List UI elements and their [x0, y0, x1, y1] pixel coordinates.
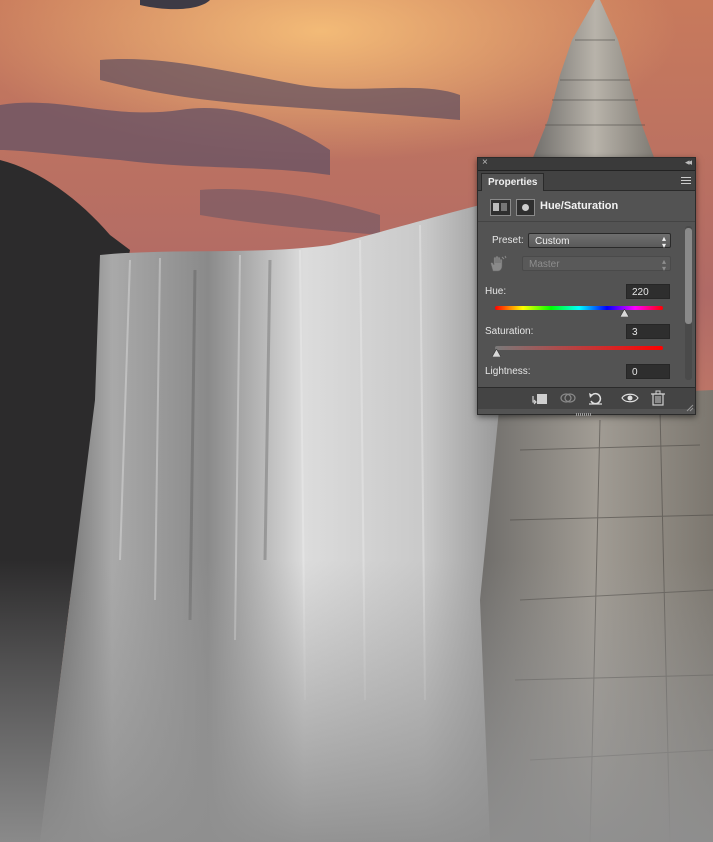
scrollbar-thumb[interactable] [685, 228, 692, 324]
preset-value: Custom [535, 236, 570, 247]
saturation-slider-track[interactable] [495, 346, 663, 350]
lightness-label: Lightness: [485, 366, 531, 377]
channel-select[interactable]: Master ▴ ▾ [522, 256, 671, 273]
panel-menu-icon[interactable] [677, 175, 691, 185]
trash-icon[interactable] [648, 390, 668, 406]
select-arrows-icon: ▴ ▾ [661, 234, 666, 250]
hue-field[interactable]: 220 [626, 284, 670, 299]
tab-properties[interactable]: Properties [481, 173, 545, 191]
hand-tool-icon[interactable] [488, 255, 508, 273]
saturation-field[interactable]: 3 [626, 324, 670, 339]
eye-icon[interactable] [620, 390, 640, 406]
view-previous-state-icon[interactable] [558, 390, 578, 406]
adjustment-layer-icon[interactable] [490, 199, 511, 216]
preset-label: Preset: [492, 235, 524, 246]
clip-to-layer-icon[interactable] [530, 390, 550, 406]
saturation-label: Saturation: [485, 326, 534, 337]
close-icon[interactable]: × [482, 157, 488, 168]
photo-canvas[interactable] [0, 0, 713, 842]
adjustment-header: Hue/Saturation [478, 191, 695, 222]
lightness-field[interactable]: 0 [626, 364, 670, 379]
channel-value: Master [529, 259, 560, 270]
reset-icon[interactable] [586, 390, 606, 406]
hue-slider-track[interactable] [495, 306, 663, 310]
adjustment-title: Hue/Saturation [540, 200, 619, 212]
hue-label: Hue: [485, 286, 507, 297]
saturation-slider-thumb[interactable] [492, 349, 502, 357]
layer-mask-icon[interactable] [516, 199, 535, 216]
resize-corner-icon[interactable] [686, 404, 694, 412]
panel-title-bar[interactable]: × ◂◂ [478, 157, 695, 171]
properties-panel: × ◂◂ Properties Hue/Saturation Preset: C… [477, 157, 696, 416]
tab-row: Properties [478, 171, 695, 191]
hue-slider-thumb[interactable] [619, 309, 629, 317]
collapse-icon[interactable]: ◂◂ [685, 157, 692, 168]
panel-scrollbar[interactable] [685, 226, 692, 380]
adjustment-controls: Preset: Custom ▴ ▾ Master ▴ ▾ Hue: 220 S… [478, 223, 681, 383]
panel-footer [478, 387, 695, 409]
preset-select[interactable]: Custom ▴ ▾ [528, 233, 671, 250]
panel-resize-grip[interactable] [576, 408, 598, 416]
select-arrows-icon: ▴ ▾ [661, 257, 666, 273]
